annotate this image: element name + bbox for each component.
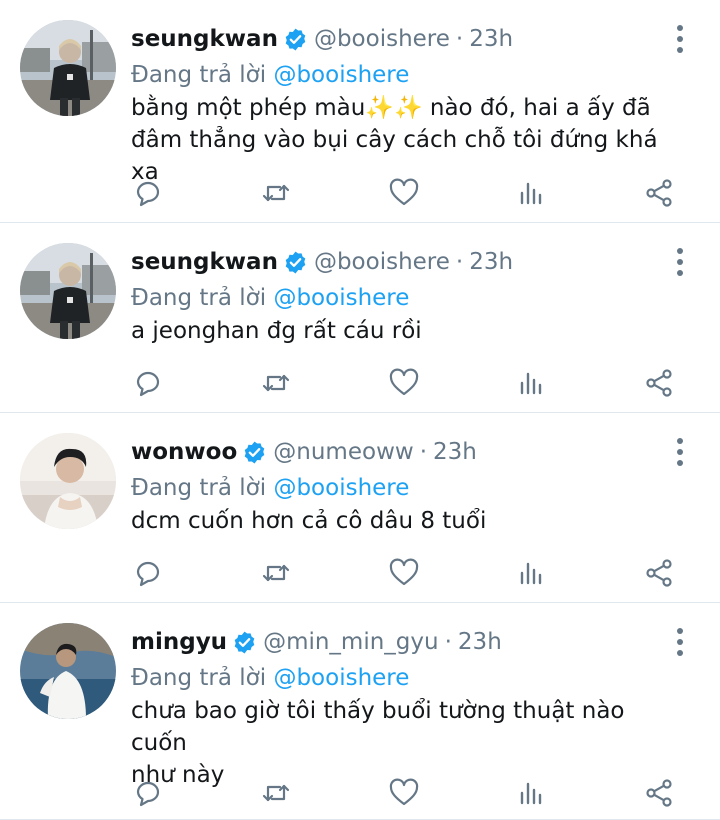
separator: · <box>455 249 464 275</box>
tweet-content: seungkwan @booishere · 23h Đang trả lời … <box>131 18 680 188</box>
separator: · <box>444 629 452 655</box>
tweet[interactable]: seungkwan @booishere · 23h Đang trả lời … <box>0 223 720 413</box>
avatar[interactable] <box>20 20 116 116</box>
verified-badge-icon <box>242 440 267 465</box>
tweet-actions <box>131 556 691 590</box>
share-icon[interactable] <box>642 176 676 210</box>
display-name[interactable]: mingyu <box>131 629 227 655</box>
tweet-text-line: bằng một phép màu✨✨ nào đó, hai a ấy đã <box>131 95 651 121</box>
tweet-actions <box>131 366 691 400</box>
reply-icon[interactable] <box>131 776 165 810</box>
retweet-icon[interactable] <box>259 366 293 400</box>
display-name[interactable]: wonwoo <box>131 439 237 465</box>
timestamp[interactable]: 23h <box>458 629 502 655</box>
tweet-header: wonwoo @numeoww · 23h <box>131 431 680 473</box>
avatar[interactable] <box>20 243 116 339</box>
retweet-icon[interactable] <box>259 776 293 810</box>
verified-badge-icon <box>232 630 257 655</box>
tweet[interactable]: seungkwan @booishere · 23h Đang trả lời … <box>0 0 720 223</box>
more-vertical-icon[interactable] <box>670 435 690 469</box>
share-icon[interactable] <box>642 366 676 400</box>
display-name[interactable]: seungkwan <box>131 249 278 275</box>
reply-context: Đang trả lời @booishere <box>131 473 680 503</box>
verified-badge-icon <box>283 27 308 52</box>
reply-icon[interactable] <box>131 366 165 400</box>
share-icon[interactable] <box>642 556 676 590</box>
reply-to-link[interactable]: @booishere <box>273 665 409 691</box>
timestamp[interactable]: 23h <box>469 26 513 52</box>
handle[interactable]: @booishere <box>314 26 450 52</box>
tweet-text-line: chưa bao giờ tôi thấy buổi tường thuật n… <box>131 698 625 756</box>
stats-icon[interactable] <box>514 366 548 400</box>
heart-icon[interactable] <box>387 556 421 590</box>
reply-context: Đang trả lời @booishere <box>131 663 680 693</box>
reply-prefix: Đang trả lời <box>131 285 274 311</box>
reply-to-link[interactable]: @booishere <box>273 475 409 501</box>
retweet-icon[interactable] <box>259 176 293 210</box>
tweet-content: mingyu @min_min_gyu · 23h Đang trả lời @… <box>131 621 680 791</box>
separator: · <box>455 26 464 52</box>
handle[interactable]: @booishere <box>314 249 450 275</box>
tweet-header: seungkwan @booishere · 23h <box>131 18 680 60</box>
tweet-content: wonwoo @numeoww · 23h Đang trả lời @booi… <box>131 431 680 537</box>
share-icon[interactable] <box>642 776 676 810</box>
tweet-text-line: dcm cuốn hơn cả cô dâu 8 tuổi <box>131 508 487 534</box>
handle[interactable]: @numeoww <box>273 439 413 465</box>
display-name[interactable]: seungkwan <box>131 26 278 52</box>
tweet-text: bằng một phép màu✨✨ nào đó, hai a ấy đã … <box>131 92 680 188</box>
avatar[interactable] <box>20 623 116 719</box>
avatar-photo <box>20 623 116 719</box>
avatar[interactable] <box>20 433 116 529</box>
tweet-text-line: a jeonghan đg rất cáu rồi <box>131 318 422 344</box>
more-vertical-icon[interactable] <box>670 245 690 279</box>
tweet-text: a jeonghan đg rất cáu rồi <box>131 315 680 347</box>
stats-icon[interactable] <box>514 776 548 810</box>
avatar-photo <box>20 243 116 339</box>
reply-context: Đang trả lời @booishere <box>131 60 680 90</box>
heart-icon[interactable] <box>387 366 421 400</box>
more-vertical-icon[interactable] <box>670 625 690 659</box>
avatar-photo <box>20 20 116 116</box>
reply-icon[interactable] <box>131 556 165 590</box>
handle[interactable]: @min_min_gyu <box>263 629 439 655</box>
tweet[interactable]: wonwoo @numeoww · 23h Đang trả lời @booi… <box>0 413 720 603</box>
timestamp[interactable]: 23h <box>469 249 513 275</box>
reply-prefix: Đang trả lời <box>131 665 274 691</box>
tweet-header: mingyu @min_min_gyu · 23h <box>131 621 680 663</box>
tweet-actions <box>131 776 691 810</box>
reply-context: Đang trả lời @booishere <box>131 283 680 313</box>
tweet-text: dcm cuốn hơn cả cô dâu 8 tuổi <box>131 505 680 537</box>
verified-badge-icon <box>283 250 308 275</box>
reply-icon[interactable] <box>131 176 165 210</box>
heart-icon[interactable] <box>387 176 421 210</box>
heart-icon[interactable] <box>387 776 421 810</box>
retweet-icon[interactable] <box>259 556 293 590</box>
reply-prefix: Đang trả lời <box>131 475 274 501</box>
stats-icon[interactable] <box>514 556 548 590</box>
tweet-feed: seungkwan @booishere · 23h Đang trả lời … <box>0 0 720 820</box>
separator: · <box>419 439 427 465</box>
tweet-header: seungkwan @booishere · 23h <box>131 241 680 283</box>
stats-icon[interactable] <box>514 176 548 210</box>
avatar-photo <box>20 433 116 529</box>
tweet-content: seungkwan @booishere · 23h Đang trả lời … <box>131 241 680 347</box>
more-vertical-icon[interactable] <box>670 22 690 56</box>
tweet-actions <box>131 176 691 210</box>
reply-prefix: Đang trả lời <box>131 62 274 88</box>
reply-to-link[interactable]: @booishere <box>273 285 409 311</box>
tweet[interactable]: mingyu @min_min_gyu · 23h Đang trả lời @… <box>0 603 720 820</box>
reply-to-link[interactable]: @booishere <box>273 62 409 88</box>
timestamp[interactable]: 23h <box>433 439 477 465</box>
